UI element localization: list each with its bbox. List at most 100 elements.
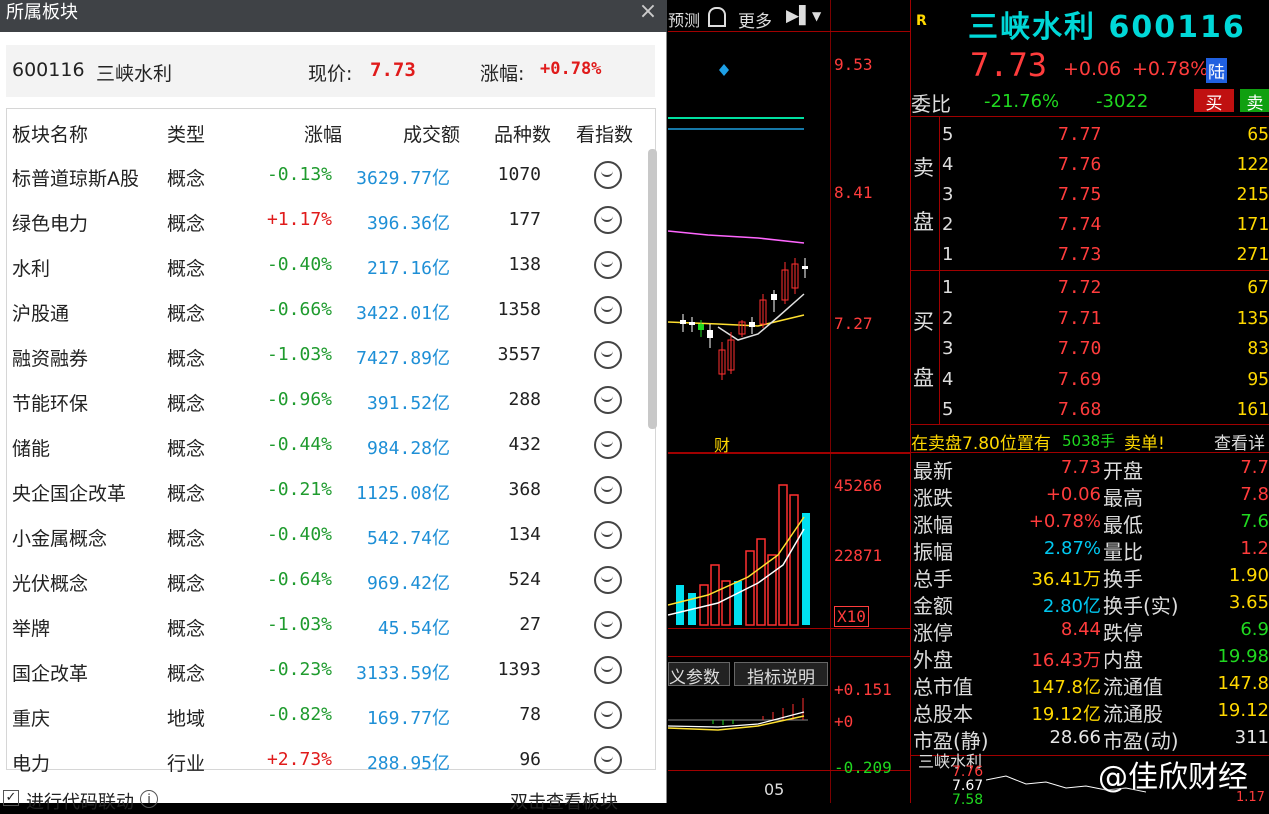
bid-row[interactable]: 5 7.68 161 bbox=[940, 395, 1269, 425]
view-index-icon[interactable] bbox=[594, 386, 622, 414]
col-change[interactable]: 涨幅 bbox=[304, 120, 342, 147]
sector-type: 概念 bbox=[167, 348, 206, 370]
indicator-tabs: 义参数 指标说明 bbox=[668, 660, 830, 688]
detail-row: 最新 7.73 开盘 7.7 bbox=[913, 455, 1269, 483]
sector-name: 举牌 bbox=[12, 618, 51, 640]
view-index-icon[interactable] bbox=[594, 701, 622, 729]
detail-label-2: 换手(实) bbox=[1103, 594, 1179, 618]
detail-value-2: 7.8 bbox=[1240, 484, 1269, 505]
ask-row[interactable]: 3 7.75 215 bbox=[940, 180, 1269, 210]
col-sector-name[interactable]: 板块名称 bbox=[12, 120, 88, 147]
ask-label-2: 盘 bbox=[913, 210, 934, 234]
col-view-index[interactable]: 看指数 bbox=[576, 120, 633, 147]
stock-code: 600116 bbox=[12, 59, 85, 81]
table-row[interactable]: 光伏概念 概念 -0.64% 969.42亿 524 bbox=[7, 558, 647, 603]
table-row[interactable]: 举牌 概念 -1.03% 45.54亿 27 bbox=[7, 603, 647, 648]
lock-icon[interactable] bbox=[708, 7, 726, 27]
level: 5 bbox=[942, 399, 954, 420]
sector-name: 水利 bbox=[12, 258, 51, 280]
order-price: 7.75 bbox=[1058, 184, 1102, 205]
table-row[interactable]: 融资融券 概念 -1.03% 7427.89亿 3557 bbox=[7, 333, 647, 378]
buy-button[interactable]: 买 bbox=[1194, 89, 1234, 114]
stock-info-bar: 600116 三峡水利 现价: 7.73 涨幅: +0.78% bbox=[6, 45, 655, 97]
view-index-icon[interactable] bbox=[594, 566, 622, 594]
view-index-icon[interactable] bbox=[594, 476, 622, 504]
view-index-icon[interactable] bbox=[594, 341, 622, 369]
sector-amount: 3422.01亿 bbox=[356, 303, 450, 324]
tab-indicator-help[interactable]: 指标说明 bbox=[734, 662, 828, 688]
detail-value-2: 147.8 bbox=[1217, 673, 1269, 694]
bid-row[interactable]: 3 7.70 83 bbox=[940, 334, 1269, 364]
volume-chart bbox=[668, 484, 810, 626]
view-index-icon[interactable] bbox=[594, 206, 622, 234]
sector-type: 概念 bbox=[167, 213, 206, 235]
flag-icon[interactable]: ▶▌ bbox=[786, 6, 812, 26]
sector-change: -0.40% bbox=[266, 254, 332, 275]
level: 2 bbox=[942, 214, 954, 235]
ask-row[interactable]: 5 7.77 65 bbox=[940, 120, 1269, 150]
level: 1 bbox=[942, 277, 954, 298]
ask-row[interactable]: 1 7.73 271 bbox=[940, 240, 1269, 270]
watermark: @佳欣财经 bbox=[1098, 760, 1248, 795]
view-index-icon[interactable] bbox=[594, 656, 622, 684]
price-value: 7.73 bbox=[370, 59, 416, 81]
detail-value: +0.78% bbox=[1028, 511, 1101, 532]
bid-row[interactable]: 4 7.69 95 bbox=[940, 365, 1269, 395]
sector-change: -0.82% bbox=[266, 704, 332, 725]
volume-tick-high: 45266 bbox=[834, 476, 883, 495]
sector-count: 134 bbox=[508, 524, 541, 545]
view-detail-link[interactable]: 查看详 bbox=[1214, 429, 1265, 454]
more-button[interactable]: 更多 bbox=[738, 7, 772, 32]
view-index-icon[interactable] bbox=[594, 611, 622, 639]
table-row[interactable]: 水利 概念 -0.40% 217.16亿 138 bbox=[7, 243, 647, 288]
order-volume: 122 bbox=[1236, 154, 1269, 175]
detail-row: 总市值 147.8亿 流通值 147.8 bbox=[913, 671, 1269, 699]
table-row[interactable]: 沪股通 概念 -0.66% 3422.01亿 1358 bbox=[7, 288, 647, 333]
order-diff-value: -3022 bbox=[1096, 91, 1149, 112]
sector-amount: 542.74亿 bbox=[366, 528, 450, 549]
col-amount[interactable]: 成交额 bbox=[403, 120, 460, 147]
sector-type: 概念 bbox=[167, 258, 206, 280]
detail-value: 16.43万 bbox=[1031, 650, 1101, 671]
scrollbar[interactable] bbox=[648, 149, 657, 429]
table-row[interactable]: 小金属概念 概念 -0.40% 542.74亿 134 bbox=[7, 513, 647, 558]
price-tick-high: 9.53 bbox=[834, 55, 873, 74]
bid-row[interactable]: 1 7.72 67 bbox=[940, 273, 1269, 303]
table-row[interactable]: 储能 概念 -0.44% 984.28亿 432 bbox=[7, 423, 647, 468]
order-volume: 67 bbox=[1247, 277, 1269, 298]
double-click-hint: 双击查看板块 bbox=[510, 792, 618, 813]
ask-row[interactable]: 2 7.74 171 bbox=[940, 210, 1269, 240]
view-index-icon[interactable] bbox=[594, 296, 622, 324]
table-row[interactable]: 重庆 地域 -0.82% 169.77亿 78 bbox=[7, 693, 647, 738]
chevron-down-icon[interactable]: ▼ bbox=[812, 9, 821, 23]
forecast-button[interactable]: 预测 bbox=[668, 7, 700, 31]
view-index-icon[interactable] bbox=[594, 431, 622, 459]
info-icon[interactable]: i bbox=[140, 790, 158, 808]
table-row[interactable]: 央企国企改革 概念 -0.21% 1125.08亿 368 bbox=[7, 468, 647, 513]
table-row[interactable]: 标普道琼斯A股 概念 -0.13% 3629.77亿 1070 bbox=[7, 153, 647, 198]
view-index-icon[interactable] bbox=[594, 161, 622, 189]
close-icon[interactable]: × bbox=[634, 0, 662, 26]
detail-value: +0.06 bbox=[1045, 484, 1101, 505]
col-count[interactable]: 品种数 bbox=[494, 120, 551, 147]
sector-name: 绿色电力 bbox=[12, 213, 89, 235]
bid-row[interactable]: 2 7.71 135 bbox=[940, 304, 1269, 334]
table-row[interactable]: 绿色电力 概念 +1.17% 396.36亿 177 bbox=[7, 198, 647, 243]
detail-label-2: 内盘 bbox=[1103, 648, 1143, 672]
sector-type: 概念 bbox=[167, 483, 206, 505]
sell-button[interactable]: 卖 bbox=[1240, 89, 1269, 114]
table-row[interactable]: 国企改革 概念 -0.23% 3133.59亿 1393 bbox=[7, 648, 647, 693]
detail-value: 19.12亿 bbox=[1031, 704, 1101, 725]
view-index-icon[interactable] bbox=[594, 746, 622, 774]
detail-label-2: 市盈(动) bbox=[1103, 729, 1179, 753]
link-code-checkbox[interactable]: ✓ bbox=[3, 790, 19, 806]
ask-row[interactable]: 4 7.76 122 bbox=[940, 150, 1269, 180]
sector-count: 1358 bbox=[497, 299, 541, 320]
col-type[interactable]: 类型 bbox=[167, 120, 205, 147]
sector-count: 138 bbox=[508, 254, 541, 275]
view-index-icon[interactable] bbox=[594, 521, 622, 549]
tab-params[interactable]: 义参数 bbox=[668, 662, 730, 688]
view-index-icon[interactable] bbox=[594, 251, 622, 279]
detail-row: 总股本 19.12亿 流通股 19.12 bbox=[913, 698, 1269, 726]
table-row[interactable]: 节能环保 概念 -0.96% 391.52亿 288 bbox=[7, 378, 647, 423]
